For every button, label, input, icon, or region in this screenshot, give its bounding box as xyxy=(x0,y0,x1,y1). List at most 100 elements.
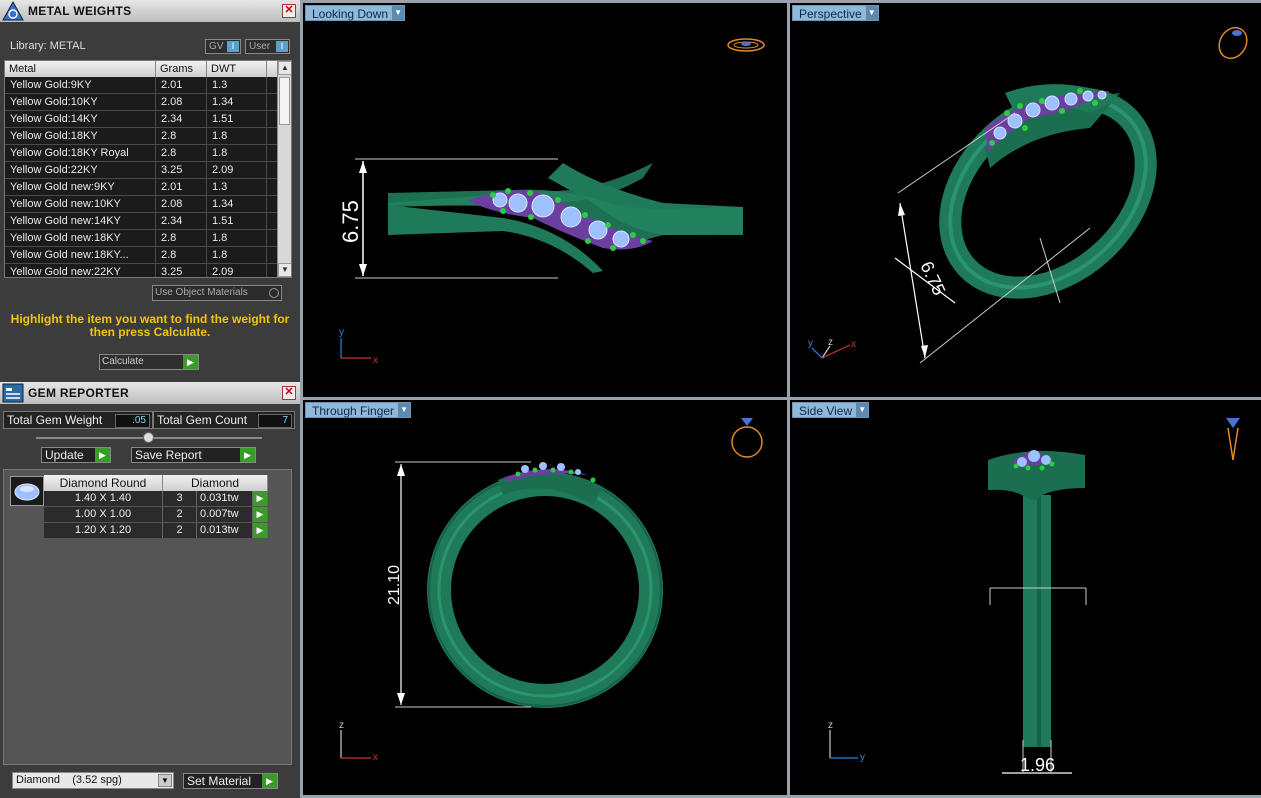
viewport-through-finger[interactable]: 21.10 z x Through Finger ▼ xyxy=(303,400,787,795)
metal-weights-titlebar: METAL WEIGHTS ✕ xyxy=(0,0,300,22)
gv-toggle[interactable]: GV I xyxy=(205,39,241,54)
view-ring-icon[interactable] xyxy=(727,38,765,52)
total-gem-count-box: Total Gem Count 7 xyxy=(153,411,295,429)
scroll-down-icon[interactable]: ▼ xyxy=(278,263,291,277)
gem-size-cell: 1.00 X 1.00 xyxy=(44,507,163,522)
chevron-down-icon[interactable]: ▼ xyxy=(392,6,405,20)
dwt-cell: 1.3 xyxy=(207,77,267,93)
table-row[interactable]: Yellow Gold new:10KY 2.08 1.34 xyxy=(5,196,291,213)
update-label: Update xyxy=(45,448,84,462)
metal-weights-close-icon[interactable]: ✕ xyxy=(282,4,296,18)
axis-x-label: x xyxy=(373,355,378,366)
save-report-button[interactable]: Save Report ▶ xyxy=(131,447,256,463)
axis-y-label: y xyxy=(339,327,344,338)
dwt-cell: 1.8 xyxy=(207,145,267,161)
use-object-materials-checkbox[interactable]: Use Object Materials xyxy=(152,285,282,301)
chevron-down-icon[interactable]: ▼ xyxy=(856,403,869,417)
axis-z-label-persp: z xyxy=(828,337,833,348)
axis-y-label-persp: y xyxy=(808,338,813,349)
looking-down-scene: 6.75 y x xyxy=(338,38,765,366)
viewport-perspective[interactable]: 6.75 y z x Perspective ▼ xyxy=(790,3,1261,397)
grams-cell: 2.8 xyxy=(156,247,207,263)
table-row[interactable]: 1.20 X 1.20 2 0.013tw ▶ xyxy=(44,523,268,539)
looking-down-tab[interactable]: Looking Down ▼ xyxy=(305,5,406,21)
scroll-up-icon[interactable]: ▲ xyxy=(278,61,291,75)
metal-weights-title: METAL WEIGHTS xyxy=(28,4,132,18)
user-label: User xyxy=(249,41,271,52)
table-row[interactable]: Yellow Gold:18KY 2.8 1.8 xyxy=(5,128,291,145)
table-row[interactable]: Yellow Gold:9KY 2.01 1.3 xyxy=(5,77,291,94)
viewport-looking-down[interactable]: 6.75 y x Looking Down ▼ xyxy=(303,3,787,397)
scroll-thumb[interactable] xyxy=(279,77,290,125)
perspective-tab[interactable]: Perspective ▼ xyxy=(792,5,879,21)
through-finger-scene: 21.10 z x xyxy=(339,418,763,763)
gem-reporter-logo-icon xyxy=(2,383,24,403)
chevron-down-icon[interactable]: ▼ xyxy=(398,403,411,417)
material-select[interactable]: Diamond (3.52 spg) ▼ xyxy=(12,772,174,789)
total-gem-weight-label: Total Gem Weight xyxy=(7,413,103,427)
set-material-label: Set Material xyxy=(187,774,252,788)
table-row[interactable]: 1.40 X 1.40 3 0.031tw ▶ xyxy=(44,491,268,507)
dwt-cell: 1.51 xyxy=(207,111,267,127)
play-arrow-icon[interactable]: ▶ xyxy=(253,523,268,538)
slider-knob[interactable] xyxy=(143,432,154,443)
dwt-cell: 1.51 xyxy=(207,213,267,229)
grams-cell: 2.8 xyxy=(156,230,207,246)
table-row[interactable]: Yellow Gold:14KY 2.34 1.51 xyxy=(5,111,291,128)
library-label: Library: METAL xyxy=(10,40,86,52)
material-select-value: Diamond (3.52 spg) xyxy=(16,774,122,786)
gem-size-cell: 1.20 X 1.20 xyxy=(44,523,163,538)
metal-name-cell: Yellow Gold new:14KY xyxy=(5,213,156,229)
dwt-cell: 1.3 xyxy=(207,179,267,195)
view-ring-icon[interactable] xyxy=(731,418,763,458)
looking-down-dimension: 6.75 xyxy=(338,200,363,243)
chevron-down-icon[interactable]: ▼ xyxy=(158,774,172,787)
gem-reporter-slider[interactable] xyxy=(36,432,262,443)
viewport-side-view[interactable]: 1.96 z y Side View ▼ xyxy=(790,400,1261,795)
table-row[interactable]: Yellow Gold:10KY 2.08 1.34 xyxy=(5,94,291,111)
through-finger-dimension: 21.10 xyxy=(386,565,403,605)
dwt-cell: 1.34 xyxy=(207,196,267,212)
view-ring-icon[interactable] xyxy=(1214,23,1253,64)
play-arrow-icon[interactable]: ▶ xyxy=(253,507,268,522)
col-metal[interactable]: Metal xyxy=(5,61,156,77)
table-row[interactable]: Yellow Gold new:22KY 3.25 2.09 xyxy=(5,264,291,277)
play-arrow-icon[interactable]: ▶ xyxy=(253,491,268,506)
instruction-text: Highlight the item you want to find the … xyxy=(10,312,290,339)
table-row[interactable]: 1.00 X 1.00 2 0.007tw ▶ xyxy=(44,507,268,523)
side-view-tab[interactable]: Side View ▼ xyxy=(792,402,870,418)
axis-y-label-side: y xyxy=(860,752,865,763)
table-row[interactable]: Yellow Gold:22KY 3.25 2.09 xyxy=(5,162,291,179)
gem-count-cell: 2 xyxy=(163,507,197,522)
col-dwt[interactable]: DWT xyxy=(207,61,267,77)
metal-name-cell: Yellow Gold new:18KY... xyxy=(5,247,156,263)
col-diamond[interactable]: Diamond xyxy=(163,475,268,491)
user-toggle[interactable]: User I xyxy=(245,39,290,54)
axis-x-label-persp: x xyxy=(851,339,856,350)
axis-z-label-side: z xyxy=(828,720,833,731)
col-grams[interactable]: Grams xyxy=(156,61,207,77)
metal-name-cell: Yellow Gold:9KY xyxy=(5,77,156,93)
total-gem-weight-box: Total Gem Weight .05 xyxy=(3,411,153,429)
view-ring-icon[interactable] xyxy=(1226,418,1240,461)
col-diamond-round[interactable]: Diamond Round xyxy=(44,475,163,491)
grams-cell: 2.08 xyxy=(156,94,207,110)
gem-size-cell: 1.40 X 1.40 xyxy=(44,491,163,506)
metal-table: Metal Grams DWT Yellow Gold:9KY 2.01 1.3 Ye… xyxy=(4,60,292,278)
table-row[interactable]: Yellow Gold new:18KY... 2.8 1.8 xyxy=(5,247,291,264)
grams-cell: 2.01 xyxy=(156,179,207,195)
table-row[interactable]: Yellow Gold:18KY Royal 2.8 1.8 xyxy=(5,145,291,162)
calculate-button[interactable]: Calculate ▶ xyxy=(99,354,199,370)
metal-table-scrollbar[interactable]: ▲ ▼ xyxy=(277,61,291,277)
metal-name-cell: Yellow Gold new:9KY xyxy=(5,179,156,195)
table-row[interactable]: Yellow Gold new:9KY 2.01 1.3 xyxy=(5,179,291,196)
through-finger-tab[interactable]: Through Finger ▼ xyxy=(305,402,412,418)
diamond-round-icon xyxy=(10,476,44,506)
gem-reporter-close-icon[interactable]: ✕ xyxy=(282,386,296,400)
set-material-button[interactable]: Set Material ▶ xyxy=(183,773,278,789)
table-row[interactable]: Yellow Gold new:18KY 2.8 1.8 xyxy=(5,230,291,247)
table-row[interactable]: Yellow Gold new:14KY 2.34 1.51 xyxy=(5,213,291,230)
gem-reporter-titlebar: GEM REPORTER ✕ xyxy=(0,382,300,404)
chevron-down-icon[interactable]: ▼ xyxy=(865,6,878,20)
update-button[interactable]: Update ▶ xyxy=(41,447,111,463)
